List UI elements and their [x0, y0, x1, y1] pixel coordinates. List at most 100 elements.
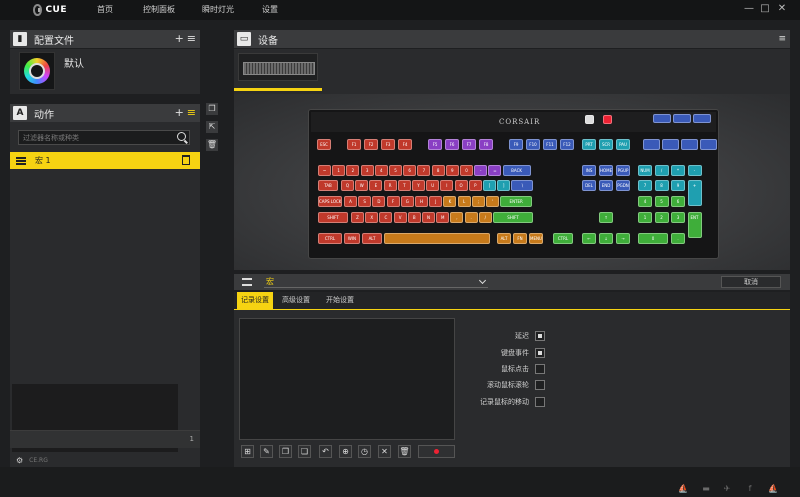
tab-record-settings[interactable]: 记录设置: [237, 292, 273, 309]
edit-icon[interactable]: ✎: [260, 445, 273, 458]
key-space[interactable]: [384, 233, 490, 244]
key-num-11[interactable]: -: [474, 165, 488, 176]
paste-icon[interactable]: ❏: [298, 445, 311, 458]
key-enter[interactable]: ENTER: [500, 196, 533, 207]
key-caps-row-2[interactable]: S: [358, 196, 372, 207]
key-caps-row-1[interactable]: A: [344, 196, 357, 207]
key-caps-row-4[interactable]: F: [386, 196, 400, 207]
key-shift-row-6[interactable]: N: [422, 212, 435, 223]
key-caps-row-8[interactable]: K: [443, 196, 457, 207]
key-4[interactable]: F4: [398, 139, 412, 150]
key-num-3[interactable]: 3: [360, 165, 374, 176]
key-ralt[interactable]: ALT: [497, 233, 511, 244]
action-list-item[interactable]: 宏 1: [10, 152, 200, 169]
key-num-4[interactable]: 4: [374, 165, 388, 176]
key-num-7[interactable]: 7: [417, 165, 431, 176]
key-6[interactable]: F6: [445, 139, 459, 150]
corsair-sail-icon[interactable]: ⛵: [678, 484, 688, 493]
status-indicator[interactable]: [585, 115, 594, 124]
key-8[interactable]: F8: [479, 139, 493, 150]
profile-name[interactable]: 默认: [64, 55, 84, 70]
key-tab-row-12[interactable]: ]: [497, 180, 511, 191]
trash-icon[interactable]: [182, 155, 190, 165]
key-3[interactable]: F3: [381, 139, 395, 150]
settings-slider-icon[interactable]: ⚙: [16, 456, 23, 465]
key-numpad-enter[interactable]: ENT: [687, 212, 702, 238]
action-search-input[interactable]: [19, 131, 169, 144]
media-key[interactable]: [673, 114, 691, 123]
key-tab-row-3[interactable]: E: [369, 180, 383, 191]
cancel-button[interactable]: 取消: [721, 276, 781, 288]
key-caps-row-6[interactable]: H: [415, 196, 428, 207]
mouse-clicks-checkbox[interactable]: [535, 364, 545, 374]
facebook-icon[interactable]: f: [745, 484, 755, 493]
key-1[interactable]: F1: [347, 139, 361, 150]
key-numpad[interactable]: NUM: [638, 165, 652, 176]
export-icon[interactable]: ⇱: [206, 121, 218, 133]
key-caps-row-10[interactable]: ;: [471, 196, 485, 207]
key-9[interactable]: F9: [509, 139, 523, 150]
trash-icon[interactable]: 🗑: [398, 445, 411, 458]
macro-record-list[interactable]: [239, 318, 455, 440]
key-shift-row-10[interactable]: /: [478, 212, 492, 223]
key-numpad[interactable]: *: [671, 165, 685, 176]
key-numpad[interactable]: 6: [671, 196, 685, 207]
add-action-button[interactable]: +: [175, 106, 184, 120]
tab-advanced-settings[interactable]: 高级设置: [278, 292, 314, 309]
key-numpad[interactable]: 4: [638, 196, 652, 207]
key-shift-row-9[interactable]: .: [464, 212, 478, 223]
key-2[interactable]: F2: [364, 139, 378, 150]
media-key[interactable]: [693, 114, 711, 123]
key-numpad[interactable]: 2: [654, 212, 669, 223]
twitter-icon[interactable]: ✈: [722, 484, 732, 493]
key-shift-row-8[interactable]: ,: [450, 212, 464, 223]
key-tab-row-9[interactable]: O: [454, 180, 468, 191]
key-15[interactable]: PAU: [616, 139, 630, 150]
delete-icon[interactable]: 🗑: [206, 139, 218, 151]
action-menu-button[interactable]: ≡: [187, 106, 196, 120]
media-key[interactable]: [653, 114, 671, 123]
key-num-6[interactable]: 6: [403, 165, 417, 176]
remove-icon[interactable]: ✕: [378, 445, 391, 458]
key-lctrl[interactable]: CTRL: [318, 233, 342, 244]
add-profile-button[interactable]: +: [175, 32, 184, 46]
key-win[interactable]: WIN: [344, 233, 360, 244]
media-key[interactable]: [662, 139, 679, 150]
key-fn[interactable]: FN: [513, 233, 527, 244]
key-home[interactable]: HOME: [599, 165, 613, 176]
device-thumbnail[interactable]: [238, 53, 318, 81]
key-numpad[interactable]: 3: [671, 212, 685, 223]
key-num-9[interactable]: 9: [445, 165, 459, 176]
scroll-wheel-checkbox[interactable]: [535, 380, 545, 390]
macro-select[interactable]: 宏: [264, 276, 488, 288]
maximize-button[interactable]: □: [759, 3, 771, 15]
key-numpad-dot[interactable]: .: [671, 233, 685, 244]
key-caps-row-5[interactable]: G: [400, 196, 414, 207]
key-caps-row-7[interactable]: J: [429, 196, 443, 207]
nav-instant-lighting[interactable]: 瞬时灯光: [202, 4, 234, 15]
key-shift-row-1[interactable]: Z: [351, 212, 364, 223]
search-icon[interactable]: [177, 132, 186, 141]
key-10[interactable]: F10: [526, 139, 540, 150]
key-backspace[interactable]: BACK: [502, 165, 531, 176]
nav-dashboard[interactable]: 控制面板: [143, 4, 175, 15]
key-0[interactable]: ESC: [317, 139, 331, 150]
key-num-8[interactable]: 8: [431, 165, 445, 176]
key-tab-row-11[interactable]: [: [483, 180, 496, 191]
key-shift-row-4[interactable]: V: [393, 212, 407, 223]
key-numpad[interactable]: 7: [638, 180, 652, 191]
media-key[interactable]: [700, 139, 717, 150]
status-indicator[interactable]: [603, 115, 612, 124]
key-lshift[interactable]: SHIFT: [318, 212, 348, 223]
key-pgdn[interactable]: PGDN: [616, 180, 630, 191]
key-7[interactable]: F7: [462, 139, 476, 150]
key-caps[interactable]: CAPS LOCK: [318, 196, 342, 207]
key-rshift[interactable]: SHIFT: [493, 212, 533, 223]
key-14[interactable]: SCR: [599, 139, 613, 150]
key-end[interactable]: END: [599, 180, 613, 191]
key-tab-row-5[interactable]: T: [397, 180, 411, 191]
key-menu[interactable]: MENU: [529, 233, 543, 244]
key-num-2[interactable]: 2: [346, 165, 360, 176]
key-num-5[interactable]: 5: [389, 165, 402, 176]
key-13[interactable]: PRT: [582, 139, 596, 150]
